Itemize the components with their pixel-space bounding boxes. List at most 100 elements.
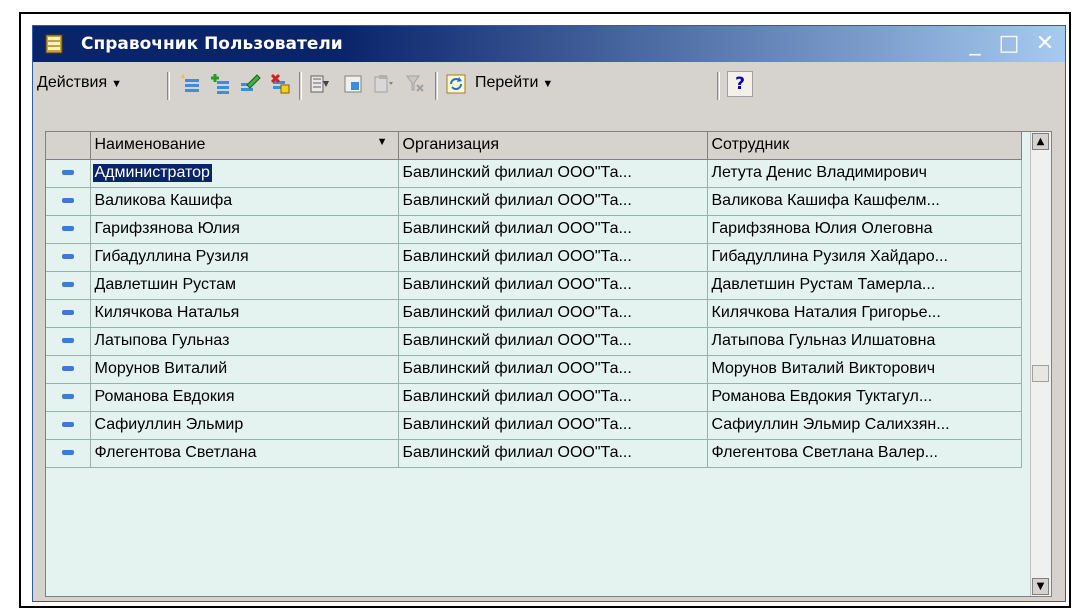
table-row[interactable]: Гарифзянова Юлия Бавлинский филиал ООО"Та… xyxy=(46,215,1022,244)
cell-name-text: Романова Евдокия xyxy=(94,388,235,405)
clear-filter-icon[interactable] xyxy=(405,73,427,95)
scrollbar-thumb[interactable] xyxy=(1032,365,1049,382)
cell-employee[interactable]: Летута Денис Владимирович xyxy=(707,159,1022,188)
table-row[interactable]: Килячкова Наталья Бавлинский филиал ООО"Т… xyxy=(46,299,1022,328)
cell-name[interactable]: Гарифзянова Юлия xyxy=(90,215,399,244)
cell-employee[interactable]: Романова Евдокия Туктагул... xyxy=(707,383,1022,412)
cell-name[interactable]: Гибадуллина Рузиля xyxy=(90,243,399,272)
cell-name[interactable]: Валикова Кашифа xyxy=(90,187,399,216)
cell-employee-text: Килячкова Наталия Григорье... xyxy=(711,304,941,321)
cell-organization-text: Бавлинский филиал ООО"Та... xyxy=(402,444,632,461)
folder-icon[interactable] xyxy=(343,73,365,95)
user-item-icon xyxy=(61,170,74,176)
table-row[interactable]: Давлетшин Рустам Бавлинский филиал ООО"Та… xyxy=(46,271,1022,300)
cell-employee[interactable]: Сафиуллин Эльмир Салихзян... xyxy=(707,411,1022,440)
vertical-scrollbar[interactable]: ▲ ▼ xyxy=(1030,132,1051,596)
table-row[interactable]: Латыпова Гульназ Бавлинский филиал ООО"Та… xyxy=(46,327,1022,356)
cell-organization-text: Бавлинский филиал ООО"Та... xyxy=(402,192,632,209)
window-title: Справочник Пользователи xyxy=(81,34,343,54)
cell-organization-text: Бавлинский филиал ООО"Та... xyxy=(402,276,632,293)
cell-name-text: Латыпова Гульназ xyxy=(94,332,230,349)
cell-organization[interactable]: Бавлинский филиал ООО"Та... xyxy=(398,383,708,412)
refresh-icon[interactable] xyxy=(445,73,467,95)
cell-name-text: Давлетшин Рустам xyxy=(94,276,237,293)
cell-name-text: Администратор xyxy=(92,164,212,182)
toolbar-separator xyxy=(299,72,302,100)
row-marker-cell xyxy=(46,271,91,300)
goto-menu[interactable]: Перейти ▼ xyxy=(475,74,553,92)
cell-employee[interactable]: Флегентова Светлана Валер... xyxy=(707,439,1022,468)
row-marker-cell xyxy=(46,327,91,356)
table-row[interactable]: Морунов Виталий Бавлинский филиал ООО"Та.… xyxy=(46,355,1022,384)
cell-employee[interactable]: Килячкова Наталия Григорье... xyxy=(707,299,1022,328)
cell-name-text: Гарифзянова Юлия xyxy=(94,220,240,237)
close-button[interactable]: ✕ xyxy=(1031,30,1059,58)
users-table: Наименование ▼ Организация Сотрудник Адми… xyxy=(45,131,1052,597)
actions-menu-label: Действия xyxy=(37,74,108,91)
column-header-organization[interactable]: Организация xyxy=(398,132,708,160)
cell-employee[interactable]: Гибадуллина Рузиля Хайдаро... xyxy=(707,243,1022,272)
table-row[interactable]: Сафиуллин Эльмир Бавлинский филиал ООО"Та… xyxy=(46,411,1022,440)
cell-organization[interactable]: Бавлинский филиал ООО"Та... xyxy=(398,355,708,384)
table-row[interactable]: Гибадуллина Рузиля Бавлинский филиал ООО"… xyxy=(46,243,1022,272)
cell-employee[interactable]: Латыпова Гульназ Илшатовна xyxy=(707,327,1022,356)
actions-menu[interactable]: Действия ▼ xyxy=(37,74,122,92)
table-header-row: Наименование ▼ Организация Сотрудник xyxy=(46,132,1022,160)
cell-organization[interactable]: Бавлинский филиал ООО"Та... xyxy=(398,327,708,356)
row-marker-cell xyxy=(46,299,91,328)
row-marker-cell xyxy=(46,215,91,244)
cell-organization-text: Бавлинский филиал ООО"Та... xyxy=(402,360,632,377)
cell-name-text: Валикова Кашифа xyxy=(94,192,233,209)
column-header-name[interactable]: Наименование ▼ xyxy=(90,132,399,160)
cell-organization[interactable]: Бавлинский филиал ООО"Та... xyxy=(398,439,708,468)
user-item-icon xyxy=(61,366,74,372)
scroll-up-icon[interactable]: ▲ xyxy=(1032,133,1049,150)
column-header-employee[interactable]: Сотрудник xyxy=(707,132,1022,160)
cell-organization-text: Бавлинский филиал ООО"Та... xyxy=(402,304,632,321)
row-marker-cell xyxy=(46,439,91,468)
cell-organization[interactable]: Бавлинский филиал ООО"Та... xyxy=(398,299,708,328)
cell-organization[interactable]: Бавлинский филиал ООО"Та... xyxy=(398,159,708,188)
title-bar[interactable]: Справочник Пользователи _ □ ✕ xyxy=(33,26,1065,62)
row-marker-cell xyxy=(46,243,91,272)
scroll-down-icon[interactable]: ▼ xyxy=(1032,578,1049,595)
cell-employee-text: Гарифзянова Юлия Олеговна xyxy=(711,220,933,237)
cell-employee[interactable]: Гарифзянова Юлия Олеговна xyxy=(707,215,1022,244)
minimize-button[interactable]: _ xyxy=(961,30,989,58)
cell-name[interactable]: Морунов Виталий xyxy=(90,355,399,384)
cell-employee[interactable]: Давлетшин Рустам Тамерла... xyxy=(707,271,1022,300)
header-marker-cell xyxy=(46,132,91,160)
copy-icon[interactable] xyxy=(373,73,395,95)
cell-employee[interactable]: Морунов Виталий Викторович xyxy=(707,355,1022,384)
cell-organization-text: Бавлинский филиал ООО"Та... xyxy=(402,164,632,181)
cell-organization[interactable]: Бавлинский филиал ООО"Та... xyxy=(398,187,708,216)
cell-name[interactable]: Сафиуллин Эльмир xyxy=(90,411,399,440)
table-row[interactable]: Флегентова Светлана Бавлинский филиал ООО… xyxy=(46,439,1022,468)
cell-organization-text: Бавлинский филиал ООО"Та... xyxy=(402,220,632,237)
add-item-icon[interactable] xyxy=(179,73,201,95)
filter-icon[interactable] xyxy=(309,73,331,95)
cell-name[interactable]: Килячкова Наталья xyxy=(90,299,399,328)
edit-icon[interactable] xyxy=(239,73,261,95)
table-row[interactable]: Администратор Бавлинский филиал ООО"Та...… xyxy=(46,159,1022,188)
cell-name[interactable]: Латыпова Гульназ xyxy=(90,327,399,356)
cell-name[interactable]: Флегентова Светлана xyxy=(90,439,399,468)
row-marker-cell xyxy=(46,187,91,216)
table-row[interactable]: Романова Евдокия Бавлинский филиал ООО"Та… xyxy=(46,383,1022,412)
maximize-button[interactable]: □ xyxy=(995,30,1023,58)
users-table-body: Наименование ▼ Организация Сотрудник Адми… xyxy=(46,132,1022,468)
cell-organization[interactable]: Бавлинский филиал ООО"Та... xyxy=(398,271,708,300)
delete-icon[interactable] xyxy=(269,73,291,95)
cell-employee-text: Латыпова Гульназ Илшатовна xyxy=(711,332,936,349)
cell-employee[interactable]: Валикова Кашифа Кашфелм... xyxy=(707,187,1022,216)
table-row[interactable]: Валикова Кашифа Бавлинский филиал ООО"Та.… xyxy=(46,187,1022,216)
cell-organization[interactable]: Бавлинский филиал ООО"Та... xyxy=(398,411,708,440)
toolbar: Действия ▼ Перейти ▼ ? xyxy=(33,63,1065,107)
add-group-icon[interactable] xyxy=(209,73,231,95)
cell-name[interactable]: Давлетшин Рустам xyxy=(90,271,399,300)
cell-name[interactable]: Администратор xyxy=(90,159,399,188)
help-button[interactable]: ? xyxy=(727,71,753,97)
cell-name[interactable]: Романова Евдокия xyxy=(90,383,399,412)
cell-organization[interactable]: Бавлинский филиал ООО"Та... xyxy=(398,243,708,272)
cell-organization[interactable]: Бавлинский филиал ООО"Та... xyxy=(398,215,708,244)
